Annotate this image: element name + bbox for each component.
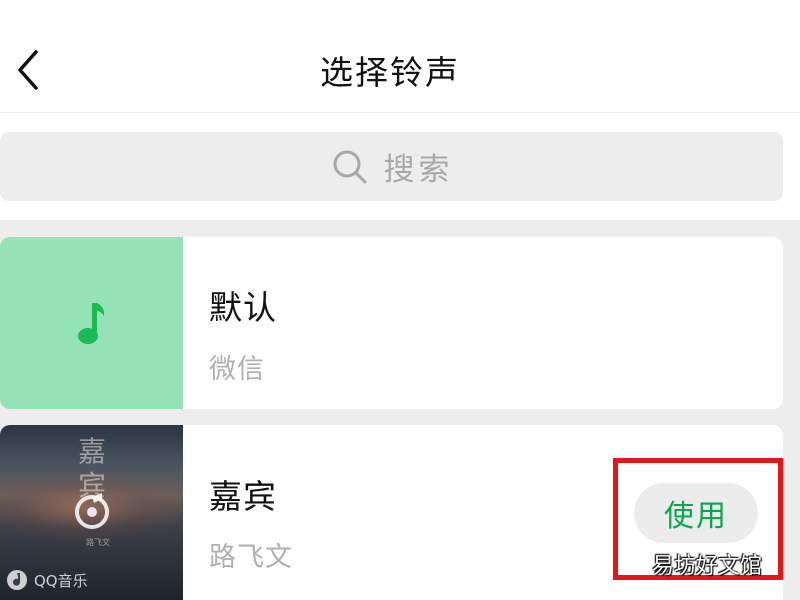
qq-music-label: QQ音乐 [34, 571, 88, 590]
ringtone-cover [0, 237, 183, 409]
qq-music-logo-icon [7, 570, 27, 590]
watermark: 易坊好文馆 [652, 554, 763, 579]
list-item[interactable]: 默认 微信 [0, 237, 783, 409]
album-cover: 嘉宾 路飞文 QQ音乐 [0, 425, 183, 600]
page-title: 选择铃声 [320, 53, 460, 92]
ringtone-artist: 路飞文 [209, 542, 293, 573]
ringtone-source: 微信 [209, 354, 265, 385]
ringtone-title: 嘉宾 [209, 477, 277, 516]
search-placeholder: 搜索 [383, 152, 454, 188]
header-bar: 选择铃声 [0, 0, 800, 113]
music-note-icon [78, 303, 105, 344]
search-input[interactable]: 搜索 [0, 132, 783, 201]
search-icon [333, 150, 366, 183]
search-area: 搜索 [0, 113, 800, 220]
qq-music-badge: QQ音乐 [6, 569, 88, 591]
ringtone-title: 默认 [209, 288, 277, 327]
qq-music-icon [75, 493, 109, 529]
album-artist-text: 路飞文 [86, 538, 110, 547]
ringtone-picker-screen: 选择铃声 搜索 默认 微信 嘉宾 路飞文 QQ音乐 嘉宾 路飞文 使用 易坊好文… [0, 0, 800, 600]
